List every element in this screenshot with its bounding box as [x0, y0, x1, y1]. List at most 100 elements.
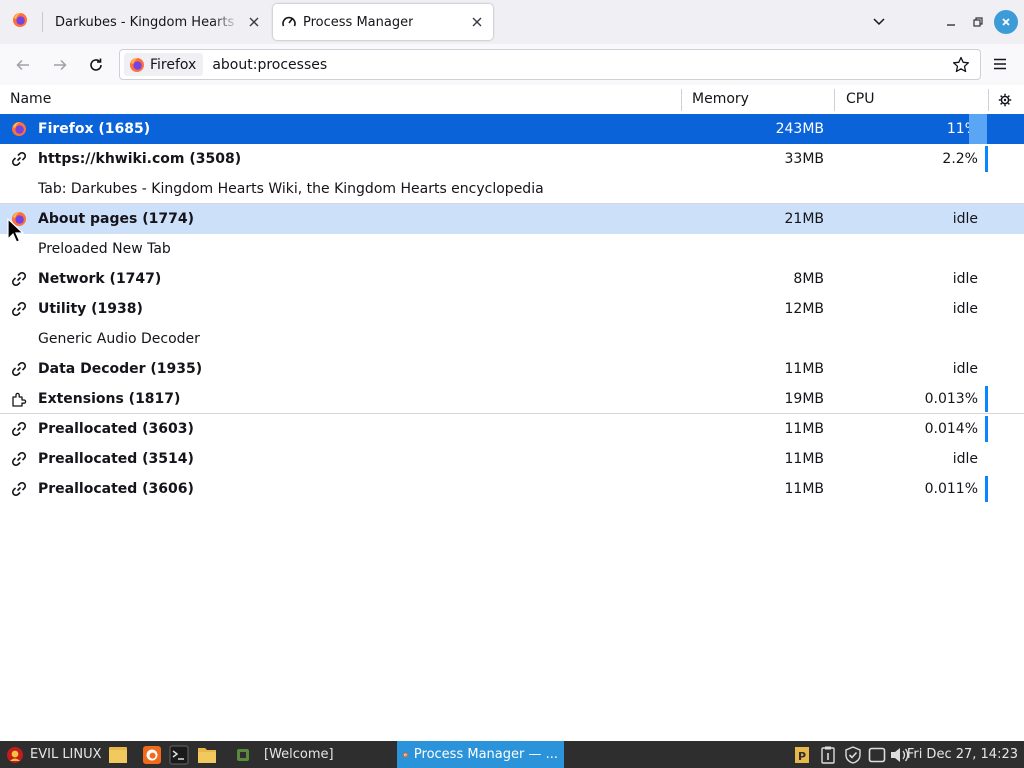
bookmark-star-button[interactable]	[951, 55, 971, 75]
settings-button[interactable]	[996, 91, 1014, 109]
app-menu-button[interactable]	[988, 52, 1012, 76]
url-bar[interactable]: Firefox about:processes	[119, 49, 981, 80]
identity-box[interactable]: Firefox	[124, 53, 204, 76]
process-icon	[11, 451, 27, 467]
process-row[interactable]: Network (1747) 8MB idle	[0, 264, 1024, 294]
process-cpu: 2.2%	[942, 151, 978, 167]
mouse-cursor-icon	[7, 218, 25, 243]
display-icon	[868, 747, 886, 762]
process-icon	[11, 421, 27, 437]
clock[interactable]: Fri Dec 27, 14:23	[907, 741, 1018, 768]
cpu-usage-bar	[985, 476, 988, 502]
gauge-icon	[281, 14, 297, 30]
tray-clipboard[interactable]: P	[792, 741, 812, 768]
list-all-tabs-button[interactable]	[866, 10, 892, 34]
process-cpu: idle	[952, 301, 978, 317]
process-name: Generic Audio Decoder	[38, 331, 200, 347]
tab-process-manager[interactable]: Process Manager	[273, 4, 493, 40]
tab-strip: Darkubes - Kingdom Hearts Wiki, the King…	[0, 0, 1024, 44]
firefox-view-button[interactable]	[0, 0, 40, 44]
reload-button[interactable]	[83, 52, 109, 78]
column-separator[interactable]	[834, 89, 835, 111]
process-table-body: Firefox (1685) 243MB 11% https://khwiki.com…	[0, 114, 1024, 504]
process-memory: 11MB	[784, 481, 825, 497]
star-icon	[952, 56, 970, 73]
navigation-toolbar: Firefox about:processes	[0, 44, 1024, 86]
process-row[interactable]: Firefox (1685) 243MB 11%	[0, 114, 1024, 144]
launcher-file-manager[interactable]	[196, 741, 218, 768]
process-icon	[11, 481, 27, 497]
process-name: https://khwiki.com (3508)	[38, 151, 242, 167]
distro-logo-icon	[7, 746, 23, 763]
process-memory: 19MB	[784, 391, 825, 407]
column-header-cpu[interactable]: CPU	[846, 85, 874, 115]
process-icon	[11, 151, 27, 167]
tray-display[interactable]	[867, 741, 887, 768]
taskbar-window-process-manager[interactable]: Process Manager — ...	[397, 741, 564, 768]
taskbar-window-welcome[interactable]: [Welcome]	[230, 741, 340, 768]
process-row[interactable]: Extensions (1817) 19MB 0.013%	[0, 384, 1024, 414]
process-name: Tab: Darkubes - Kingdom Hearts Wiki, the…	[38, 181, 544, 197]
close-icon	[249, 17, 259, 27]
process-cpu: idle	[952, 211, 978, 227]
process-table-header: Name Memory CPU	[0, 85, 1024, 116]
firefox-icon	[11, 121, 27, 137]
terminal-icon	[169, 745, 189, 764]
process-row[interactable]: Utility (1938) 12MB idle	[0, 294, 1024, 324]
start-menu-label: EVIL LINUX	[30, 747, 102, 762]
taskbar-window-label: [Welcome]	[264, 747, 334, 762]
process-memory: 33MB	[784, 151, 825, 167]
reload-icon	[90, 58, 102, 71]
tab-darkubes[interactable]: Darkubes - Kingdom Hearts Wiki, the King…	[44, 4, 270, 40]
process-row[interactable]: Preallocated (3514) 11MB idle	[0, 444, 1024, 474]
process-name: Network (1747)	[38, 271, 162, 287]
process-name: Data Decoder (1935)	[38, 361, 203, 377]
chevron-down-icon	[873, 18, 885, 26]
process-cpu: 0.013%	[924, 391, 978, 407]
taskbar-window-label: Process Manager — ...	[413, 747, 558, 762]
process-subrow[interactable]: Tab: Darkubes - Kingdom Hearts Wiki, the…	[0, 174, 1024, 204]
process-row[interactable]: https://khwiki.com (3508) 33MB 2.2%	[0, 144, 1024, 174]
process-subrow[interactable]: Generic Audio Decoder	[0, 324, 1024, 354]
tray-shield[interactable]	[843, 741, 863, 768]
arrow-right-icon	[54, 59, 67, 71]
close-window-button[interactable]	[994, 10, 1018, 34]
process-memory: 12MB	[784, 301, 825, 317]
firefox-icon	[12, 12, 28, 32]
process-memory: 21MB	[784, 211, 825, 227]
firefox-icon	[403, 752, 408, 757]
process-subrow[interactable]: Preloaded New Tab	[0, 234, 1024, 264]
process-row[interactable]: Preallocated (3606) 11MB 0.011%	[0, 474, 1024, 504]
url-text[interactable]: about:processes	[212, 57, 327, 73]
process-row[interactable]: Data Decoder (1935) 11MB idle	[0, 354, 1024, 384]
launcher-files[interactable]	[107, 741, 129, 768]
restore-icon	[973, 17, 983, 27]
close-icon	[1002, 18, 1010, 26]
process-memory: 11MB	[784, 361, 825, 377]
column-header-memory[interactable]: Memory	[692, 85, 749, 115]
app-icon	[237, 748, 249, 761]
process-row[interactable]: Preallocated (3603) 11MB 0.014%	[0, 413, 1024, 444]
forward-button[interactable]	[47, 52, 73, 78]
clock-label: Fri Dec 27, 14:23	[906, 747, 1018, 762]
process-memory: 11MB	[784, 421, 825, 437]
shield-check-icon	[845, 745, 861, 764]
tab-title: Process Manager	[303, 14, 414, 30]
back-button[interactable]	[10, 52, 36, 78]
process-icon	[11, 301, 27, 317]
column-header-name[interactable]: Name	[10, 85, 51, 115]
minimize-button[interactable]	[939, 10, 963, 34]
cpu-usage-bar	[985, 146, 988, 172]
column-separator[interactable]	[988, 89, 989, 111]
launcher-firefox[interactable]	[141, 741, 163, 768]
tab-close-button[interactable]	[467, 12, 487, 32]
tab-close-button[interactable]	[244, 12, 264, 32]
process-row[interactable]: About pages (1774) 21MB idle	[0, 203, 1024, 234]
launcher-terminal[interactable]	[168, 741, 190, 768]
maximize-button[interactable]	[966, 10, 990, 34]
process-cpu: idle	[952, 451, 978, 467]
start-menu-button[interactable]: EVIL LINUX	[6, 741, 102, 768]
process-name: Utility (1938)	[38, 301, 143, 317]
column-separator[interactable]	[681, 89, 682, 111]
tray-notes[interactable]	[818, 741, 838, 768]
